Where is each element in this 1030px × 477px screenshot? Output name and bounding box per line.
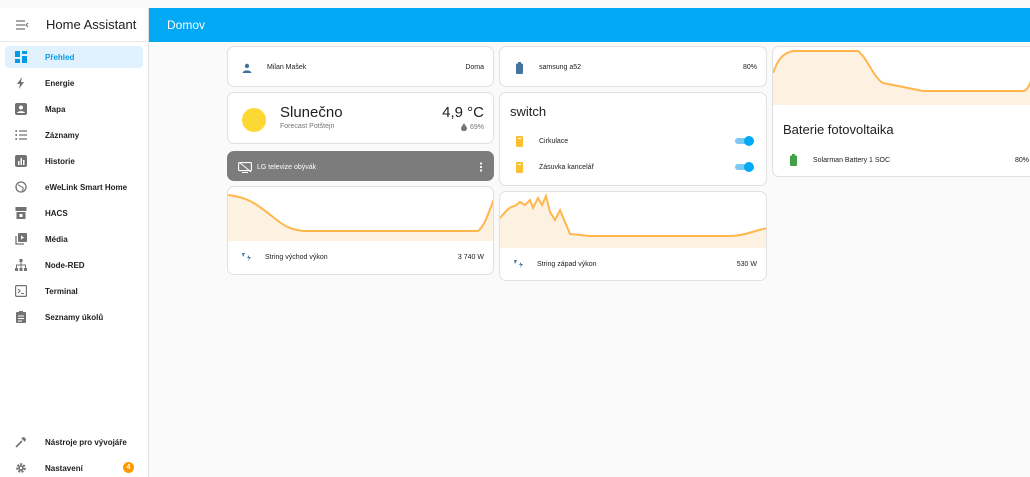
sidebar-item-label: Nástroje pro vývojáře xyxy=(45,437,127,447)
sidebar-item-historie[interactable]: Historie xyxy=(5,150,143,172)
sensor-value: 530 W xyxy=(736,260,757,268)
sidebar-item-label: Energie xyxy=(45,78,75,88)
top-bar: Domov xyxy=(149,8,1030,42)
person-name: Milan Mašek xyxy=(267,64,307,71)
sensor-value: 3 740 W xyxy=(457,253,484,261)
sensor-name: String západ výkon xyxy=(537,260,597,268)
phone-battery-value: 80% xyxy=(742,64,757,71)
sun-icon xyxy=(242,108,266,132)
solar-power-icon xyxy=(513,258,525,270)
sidebar-header: Home Assistant xyxy=(0,8,148,42)
sidebar-item-label: eWeLink Smart Home xyxy=(45,182,128,192)
menu-collapse-icon[interactable] xyxy=(14,17,30,33)
sidebar-item-label: Mapa xyxy=(45,104,66,114)
web-icon xyxy=(14,180,28,194)
sidebar-item-prehled[interactable]: Přehled xyxy=(5,46,143,68)
sidebar-item-ewelink[interactable]: eWeLink Smart Home xyxy=(5,176,143,198)
view-dashboard-icon xyxy=(14,50,28,64)
sidebar-item-zaznamy[interactable]: Záznamy xyxy=(5,124,143,146)
battery-sensor-name: Solarman Battery 1 SOC xyxy=(813,156,891,164)
power-socket-icon xyxy=(513,135,525,147)
clipboard-list-icon xyxy=(14,310,28,324)
person-card[interactable]: Milan Mašek Doma xyxy=(227,46,494,87)
history-graph xyxy=(228,194,493,241)
console-icon xyxy=(14,284,28,298)
play-box-multiple-icon xyxy=(14,232,28,246)
more-vertical-icon[interactable] xyxy=(479,162,483,172)
lightning-bolt-icon xyxy=(14,76,28,90)
sidebar-item-label: Node-RED xyxy=(45,260,85,270)
switch-row-cirkulace[interactable]: Cirkulace xyxy=(513,131,754,151)
sidebar-item-developer-tools[interactable]: Nástroje pro vývojáře xyxy=(5,431,143,453)
sidebar-item-hacs[interactable]: HACS xyxy=(5,202,143,224)
sidebar-item-node-red[interactable]: Node-RED xyxy=(5,254,143,276)
history-graph xyxy=(500,192,766,248)
weather-temperature: 4,9 °C xyxy=(442,104,484,121)
media-player-name: LG televize obývák xyxy=(257,163,317,171)
sidebar-item-seznamy-ukolu[interactable]: Seznamy úkolů xyxy=(5,306,143,328)
sidebar-item-label: Média xyxy=(45,234,68,244)
graph-fill xyxy=(228,195,493,241)
battery-icon xyxy=(513,61,525,74)
sidebar-item-label: Záznamy xyxy=(45,130,80,140)
cog-icon xyxy=(14,461,28,475)
graph-fill xyxy=(773,51,1030,105)
weather-location: Forecast Potštejn xyxy=(280,123,335,130)
water-drop-icon xyxy=(460,123,467,131)
account-icon xyxy=(241,62,253,74)
battery-sensor-value: 80% xyxy=(1014,156,1029,164)
switch-name: Zásuvka kancelář xyxy=(539,163,594,171)
sensor-name: String východ výkon xyxy=(265,253,328,261)
app-title: Home Assistant xyxy=(46,17,137,32)
sidebar-item-label: HACS xyxy=(45,208,68,218)
sidebar-item-label: Seznamy úkolů xyxy=(45,312,104,322)
battery-icon xyxy=(787,154,799,166)
phone-name: samsung a52 xyxy=(539,64,582,71)
account-box-icon xyxy=(14,102,28,116)
sitemap-icon xyxy=(14,258,28,272)
notification-badge: 4 xyxy=(123,462,134,473)
toggle-switch[interactable] xyxy=(734,136,754,146)
graph-fill xyxy=(500,196,766,248)
switch-card: switch Cirkulace Zásuvka kancelář xyxy=(499,92,767,186)
sidebar-item-label: Nastavení xyxy=(45,463,83,473)
dashboard-title[interactable]: Domov xyxy=(167,18,205,32)
sidebar-item-label: Přehled xyxy=(45,52,75,62)
sidebar: Home Assistant Přehled Energie Mapa Zázn… xyxy=(0,8,149,477)
chart-box-icon xyxy=(14,154,28,168)
sidebar-item-label: Historie xyxy=(45,156,75,166)
sensor-card-string-east[interactable]: String východ výkon 3 740 W xyxy=(227,186,494,275)
sidebar-item-terminal[interactable]: Terminal xyxy=(5,280,143,302)
sidebar-item-label: Terminal xyxy=(45,286,78,296)
weather-card[interactable]: Slunečno Forecast Potštejn 4,9 °C 69% xyxy=(227,92,494,144)
battery-card-title: Baterie fotovoltaika xyxy=(783,122,894,137)
history-graph xyxy=(773,50,1030,105)
phone-battery-card[interactable]: samsung a52 80% xyxy=(499,46,767,87)
television-off-icon xyxy=(238,161,252,173)
weather-condition: Slunečno xyxy=(280,104,343,121)
solar-power-icon xyxy=(241,251,253,263)
sidebar-item-media[interactable]: Média xyxy=(5,228,143,250)
hacs-icon xyxy=(14,206,28,220)
media-player-card[interactable]: LG televize obývák xyxy=(227,151,494,181)
format-list-bulleted-icon xyxy=(14,128,28,142)
person-state: Doma xyxy=(465,64,484,71)
switch-name: Cirkulace xyxy=(539,137,569,145)
battery-card[interactable]: Baterie fotovoltaika Solarman Battery 1 … xyxy=(772,46,1030,177)
switch-card-title: switch xyxy=(510,104,547,119)
sidebar-item-energie[interactable]: Energie xyxy=(5,72,143,94)
weather-humidity: 69% xyxy=(469,123,484,131)
sidebar-item-settings[interactable]: Nastavení 4 xyxy=(5,457,143,477)
toggle-switch[interactable] xyxy=(734,162,754,172)
hammer-icon xyxy=(14,435,28,449)
sensor-card-string-west[interactable]: String západ výkon 530 W xyxy=(499,191,767,281)
power-socket-icon xyxy=(513,161,525,173)
sidebar-item-mapa[interactable]: Mapa xyxy=(5,98,143,120)
switch-row-zasuvka[interactable]: Zásuvka kancelář xyxy=(513,157,754,177)
